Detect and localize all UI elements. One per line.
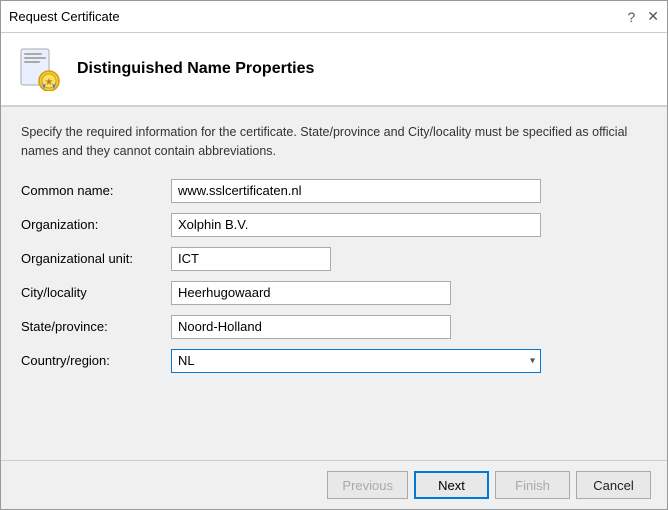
country-select-wrapper: NL US DE FR GB ▾ xyxy=(171,349,541,373)
form-fields: Common name: Organization: Organizationa… xyxy=(21,179,647,373)
certificate-icon: ★ xyxy=(17,47,61,91)
form-row-state: State/province: xyxy=(21,315,647,339)
finish-button[interactable]: Finish xyxy=(495,471,570,499)
label-state: State/province: xyxy=(21,319,171,334)
select-country[interactable]: NL US DE FR GB xyxy=(171,349,541,373)
form-row-common-name: Common name: xyxy=(21,179,647,203)
label-city: City/locality xyxy=(21,285,171,300)
close-button[interactable]: ✕ xyxy=(647,8,659,25)
content-area: Specify the required information for the… xyxy=(1,107,667,460)
form-row-organization: Organization: xyxy=(21,213,647,237)
input-common-name[interactable] xyxy=(171,179,541,203)
window-title: Request Certificate xyxy=(9,9,120,24)
title-bar-controls: ? ✕ xyxy=(627,8,659,25)
page-title: Distinguished Name Properties xyxy=(77,60,314,78)
svg-text:★: ★ xyxy=(45,77,54,88)
form-row-country: Country/region: NL US DE FR GB ▾ xyxy=(21,349,647,373)
footer: Previous Next Finish Cancel xyxy=(1,460,667,509)
input-state[interactable] xyxy=(171,315,451,339)
description-text: Specify the required information for the… xyxy=(21,123,647,161)
previous-button[interactable]: Previous xyxy=(327,471,408,499)
title-bar-left: Request Certificate xyxy=(9,9,120,24)
form-row-org-unit: Organizational unit: xyxy=(21,247,647,271)
title-bar: Request Certificate ? ✕ xyxy=(1,1,667,33)
label-country: Country/region: xyxy=(21,353,171,368)
window: Request Certificate ? ✕ ★ Distinguished … xyxy=(0,0,668,510)
input-org-unit[interactable] xyxy=(171,247,331,271)
input-city[interactable] xyxy=(171,281,451,305)
label-organization: Organization: xyxy=(21,217,171,232)
next-button[interactable]: Next xyxy=(414,471,489,499)
label-common-name: Common name: xyxy=(21,183,171,198)
form-row-city: City/locality xyxy=(21,281,647,305)
header-section: ★ Distinguished Name Properties xyxy=(1,33,667,107)
cancel-button[interactable]: Cancel xyxy=(576,471,651,499)
help-button[interactable]: ? xyxy=(627,9,635,25)
label-org-unit: Organizational unit: xyxy=(21,251,171,266)
input-organization[interactable] xyxy=(171,213,541,237)
